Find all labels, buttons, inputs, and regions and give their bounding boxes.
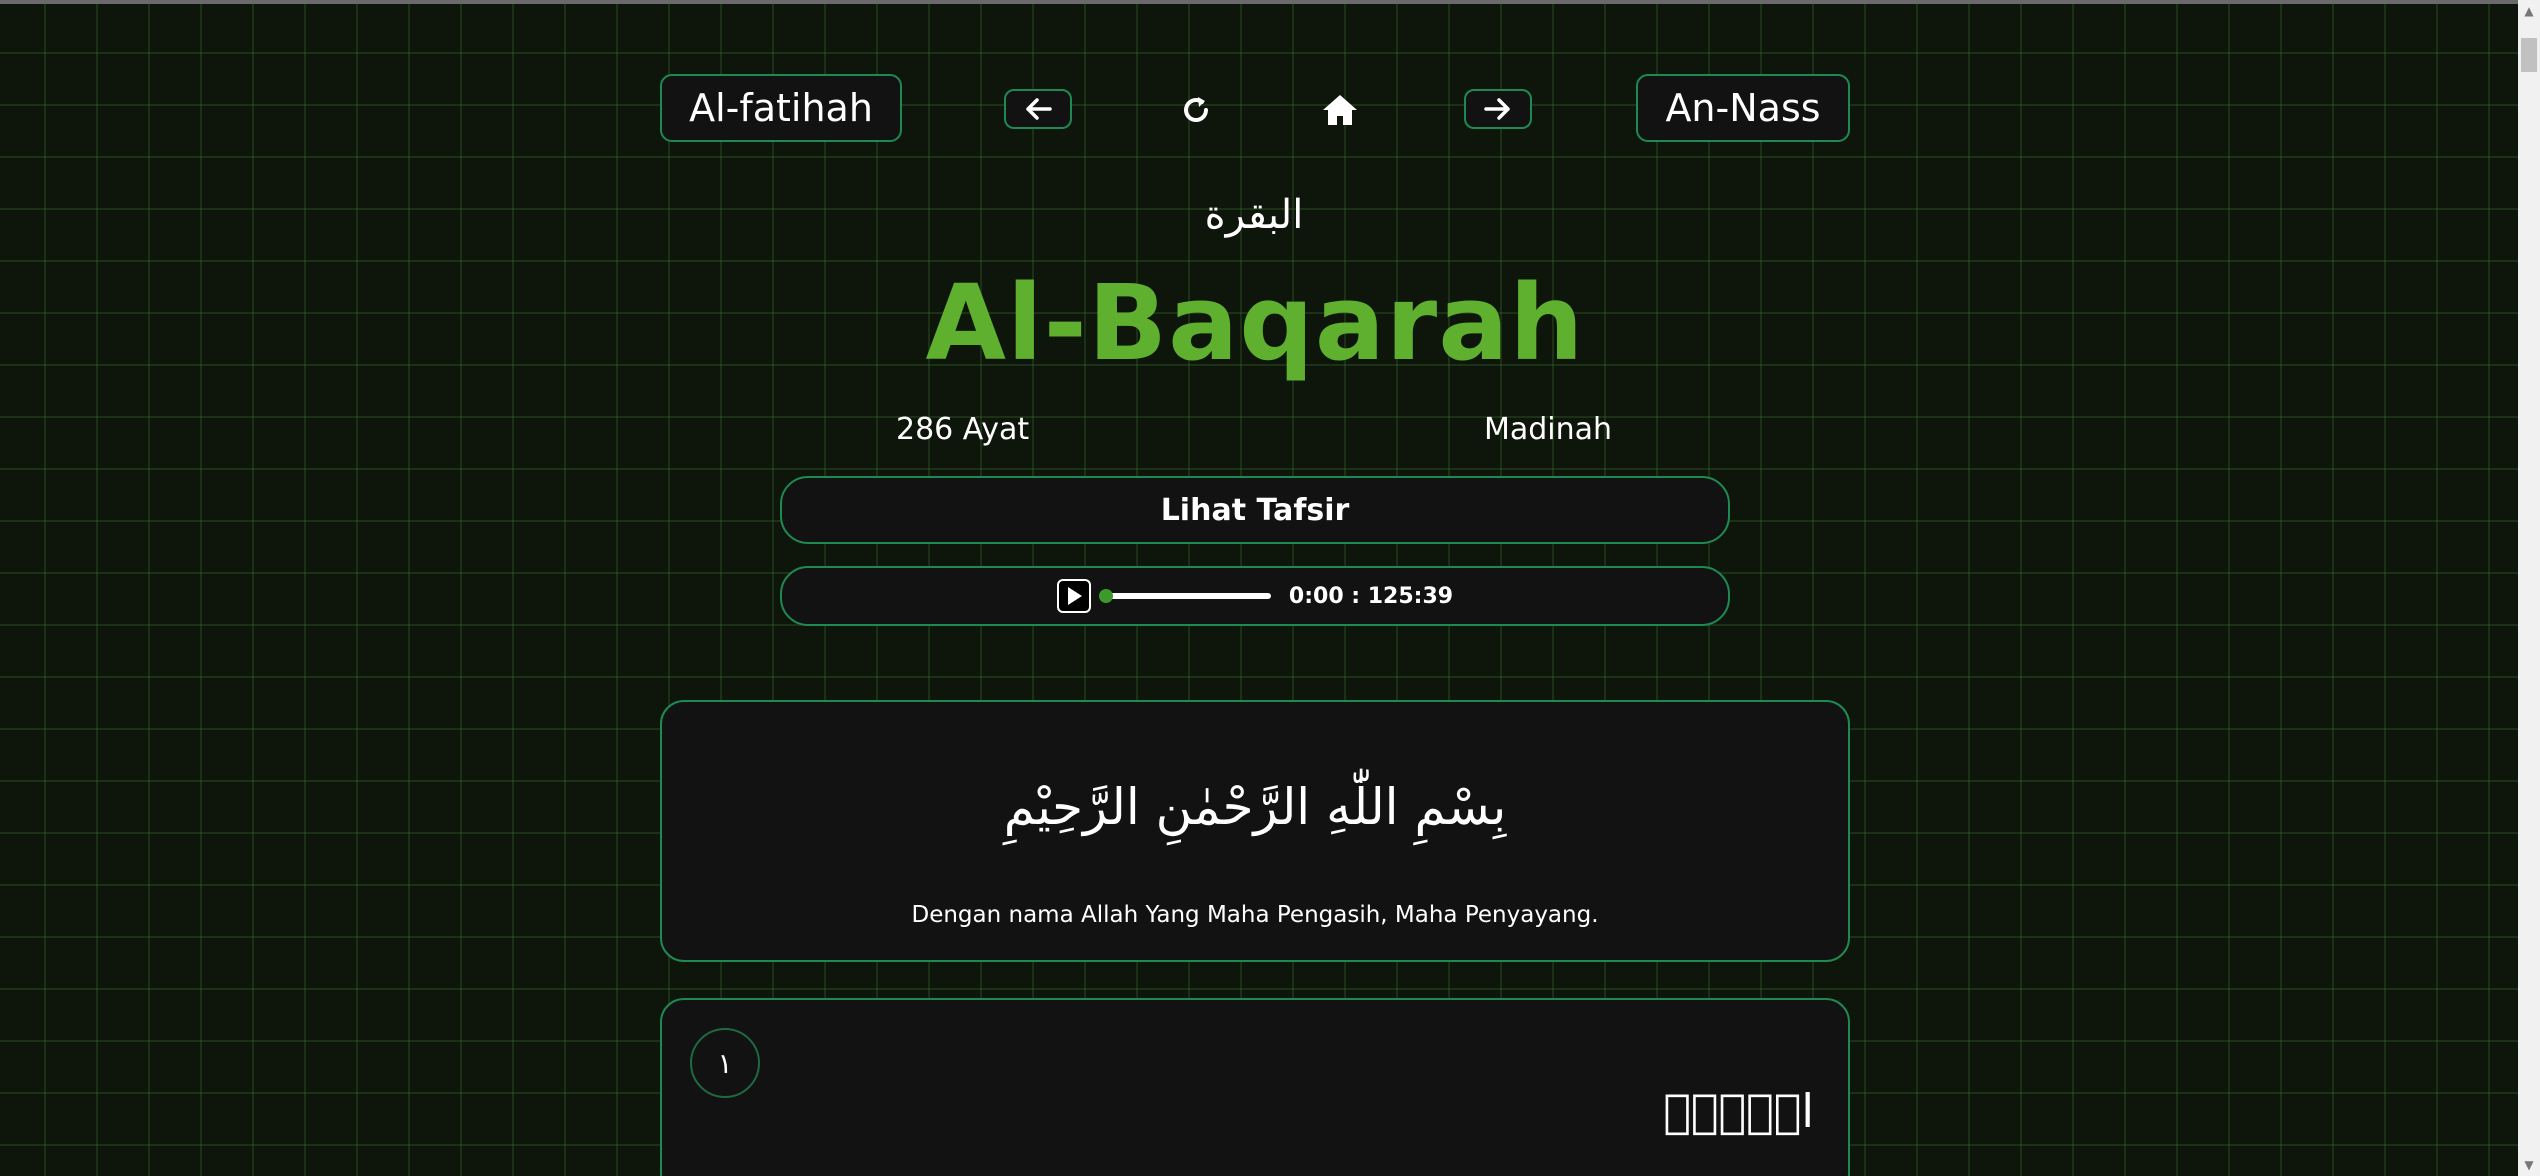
audio-progress-handle[interactable] xyxy=(1098,589,1113,603)
bismillah-translation: Dengan nama Allah Yang Maha Pengasih, Ma… xyxy=(911,902,1599,928)
arrow-right-icon xyxy=(1484,98,1510,120)
scroll-up-icon[interactable]: ▲ xyxy=(2518,0,2540,22)
refresh-button[interactable] xyxy=(1172,86,1220,134)
bismillah-card: بِسْمِ اللّٰهِ الرَّحْمٰنِ الرَّحِيْمِ D… xyxy=(660,700,1850,962)
audio-player: 0:00 : 125:39 xyxy=(780,566,1730,626)
ayat-count: 286 Ayat xyxy=(896,412,1030,447)
view-tafsir-button[interactable]: Lihat Tafsir xyxy=(780,476,1730,544)
scrollbar[interactable] xyxy=(2518,0,2540,1176)
scroll-down-icon[interactable]: ▼ xyxy=(2518,1154,2540,1176)
revelation-place: Madinah xyxy=(1484,412,1613,447)
home-icon xyxy=(1323,95,1357,125)
scrollbar-thumb[interactable] xyxy=(2521,38,2537,72)
play-button[interactable] xyxy=(1056,579,1091,613)
prev-surah-button[interactable]: Al-fatihah xyxy=(660,74,902,142)
ayah-card: ١ الۤمّۤ xyxy=(660,998,1850,1176)
window-top-border xyxy=(0,0,2540,4)
next-surah-button[interactable]: An-Nass xyxy=(1636,74,1850,142)
surah-arabic-name: البقرة xyxy=(1204,192,1304,238)
home-button[interactable] xyxy=(1316,86,1364,134)
next-button[interactable] xyxy=(1464,89,1532,129)
refresh-icon xyxy=(1184,97,1208,122)
bismillah-arabic: بِسْمِ اللّٰهِ الرَّحْمٰنِ الرَّحِيْمِ xyxy=(1003,778,1507,836)
ayah-number: ١ xyxy=(690,1028,760,1098)
audio-progress-slider[interactable] xyxy=(1098,589,1271,603)
arrow-left-icon xyxy=(1026,98,1052,120)
play-icon xyxy=(1067,587,1082,605)
audio-time: 0:00 : 125:39 xyxy=(1288,583,1454,609)
prev-button[interactable] xyxy=(1004,89,1072,129)
surah-latin-name: Al-Baqarah xyxy=(925,262,1585,384)
ayah-arabic: الۤمّۤ xyxy=(1663,1084,1814,1138)
